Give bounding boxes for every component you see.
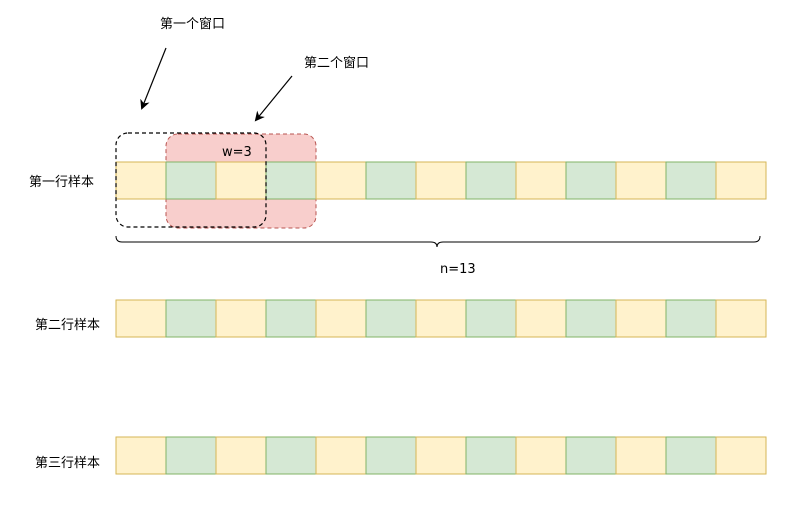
- length-brace: [115, 235, 761, 248]
- yellow-cell: [415, 161, 467, 200]
- yellow-cell: [215, 161, 267, 200]
- row-label-1: 第一行样本: [29, 175, 94, 190]
- yellow-cell: [715, 436, 767, 475]
- green-cell: [265, 299, 317, 338]
- yellow-cell: [615, 299, 667, 338]
- yellow-cell: [115, 299, 167, 338]
- green-cell: [565, 161, 617, 200]
- green-cell: [265, 161, 317, 200]
- yellow-cell: [415, 436, 467, 475]
- yellow-cell: [615, 436, 667, 475]
- green-cell: [665, 299, 717, 338]
- green-cell: [165, 436, 217, 475]
- green-cell: [365, 299, 417, 338]
- green-cell: [365, 161, 417, 200]
- yellow-cell: [315, 436, 367, 475]
- yellow-cell: [715, 161, 767, 200]
- window-2-label: 第二个窗口: [304, 55, 369, 71]
- window-1-label: 第一个窗口: [160, 16, 225, 32]
- yellow-cell: [215, 299, 267, 338]
- green-cell: [365, 436, 417, 475]
- yellow-cell: [515, 299, 567, 338]
- window-size-label: w=3: [222, 145, 252, 160]
- yellow-cell: [315, 161, 367, 200]
- yellow-cell: [415, 299, 467, 338]
- row-label-3: 第三行样本: [35, 456, 100, 471]
- green-cell: [565, 299, 617, 338]
- yellow-cell: [515, 436, 567, 475]
- window-1-arrow: [140, 47, 167, 110]
- sample-row: [115, 161, 767, 200]
- yellow-cell: [715, 299, 767, 338]
- row-label-2: 第二行样本: [35, 318, 100, 333]
- yellow-cell: [115, 161, 167, 200]
- green-cell: [465, 299, 517, 338]
- green-cell: [665, 161, 717, 200]
- window-2-arrow: [254, 75, 293, 122]
- green-cell: [265, 436, 317, 475]
- green-cell: [165, 161, 217, 200]
- green-cell: [465, 161, 517, 200]
- yellow-cell: [115, 436, 167, 475]
- yellow-cell: [315, 299, 367, 338]
- yellow-cell: [515, 161, 567, 200]
- sliding-window-diagram: 第一个窗口 第二个窗口 w=3 第一行样本 第二行样本 第三行样本 n=13: [29, 16, 767, 475]
- sample-row: [115, 299, 767, 338]
- green-cell: [565, 436, 617, 475]
- yellow-cell: [615, 161, 667, 200]
- length-label: n=13: [440, 262, 476, 277]
- sample-row: [115, 436, 767, 475]
- green-cell: [465, 436, 517, 475]
- green-cell: [665, 436, 717, 475]
- yellow-cell: [215, 436, 267, 475]
- green-cell: [165, 299, 217, 338]
